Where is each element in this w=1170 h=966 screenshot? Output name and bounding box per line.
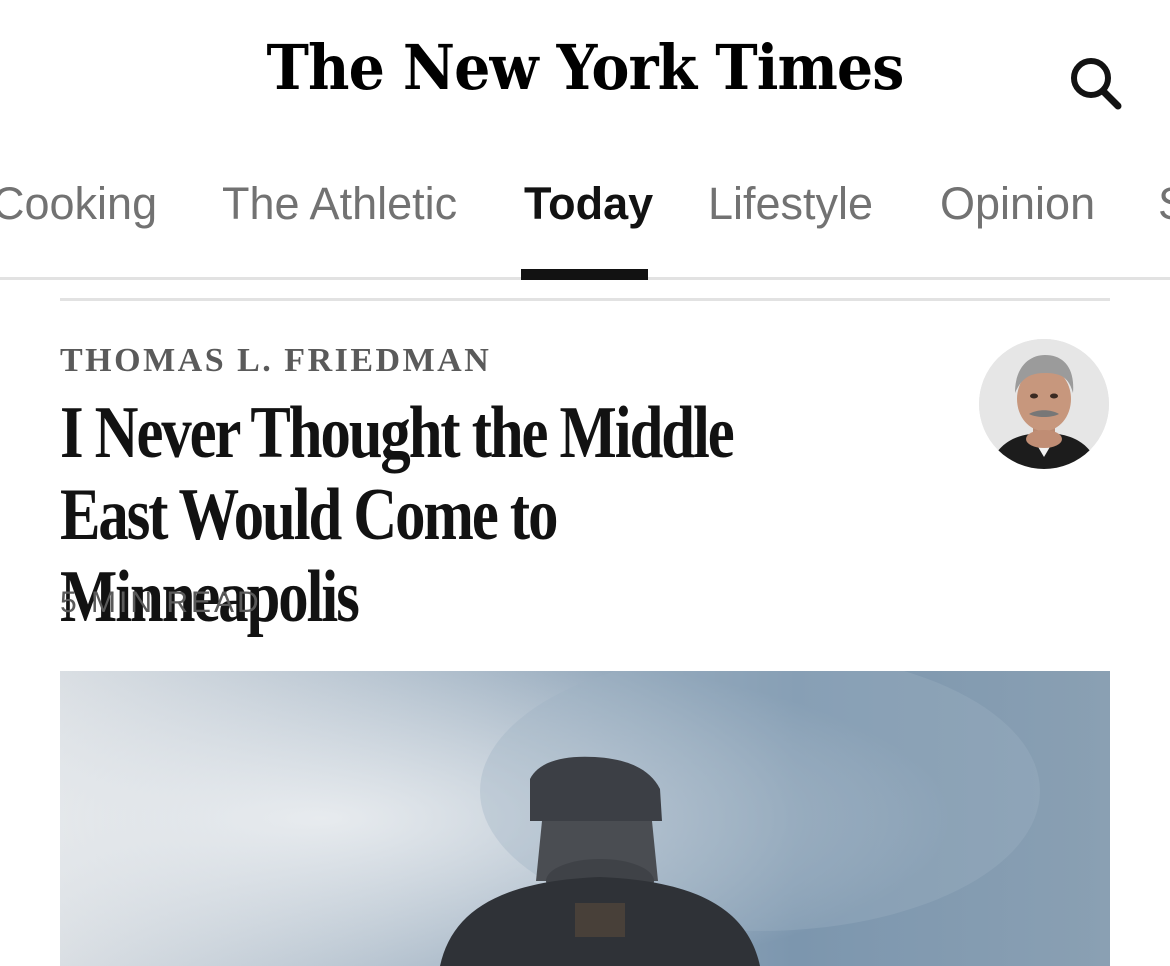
nav-item-lifestyle[interactable]: Lifestyle bbox=[708, 178, 873, 230]
nav-item-today[interactable]: Today bbox=[524, 178, 653, 230]
author-byline[interactable]: THOMAS L. FRIEDMAN bbox=[60, 340, 491, 382]
nav-item-opinion[interactable]: Opinion bbox=[940, 178, 1095, 230]
search-icon bbox=[1071, 58, 1122, 110]
nyt-logo[interactable]: The New York Times bbox=[47, 28, 1123, 108]
read-time: 5 MIN READ bbox=[60, 586, 262, 619]
section-divider bbox=[60, 298, 1110, 301]
nav-item-the-athletic[interactable]: The Athletic bbox=[222, 178, 457, 230]
nav-active-indicator bbox=[521, 269, 648, 280]
search-button[interactable] bbox=[1062, 50, 1128, 116]
nav-item-partial[interactable]: S bbox=[1158, 178, 1170, 230]
author-photo bbox=[979, 339, 1109, 469]
nav-item-cooking[interactable]: Cooking bbox=[0, 178, 157, 230]
masthead: The New York Times bbox=[0, 0, 1170, 150]
section-nav: Cooking The Athletic Today Lifestyle Opi… bbox=[0, 150, 1170, 280]
author-avatar[interactable] bbox=[979, 339, 1109, 469]
protest-photo-smoke bbox=[60, 671, 1110, 966]
lead-image[interactable] bbox=[60, 671, 1110, 966]
